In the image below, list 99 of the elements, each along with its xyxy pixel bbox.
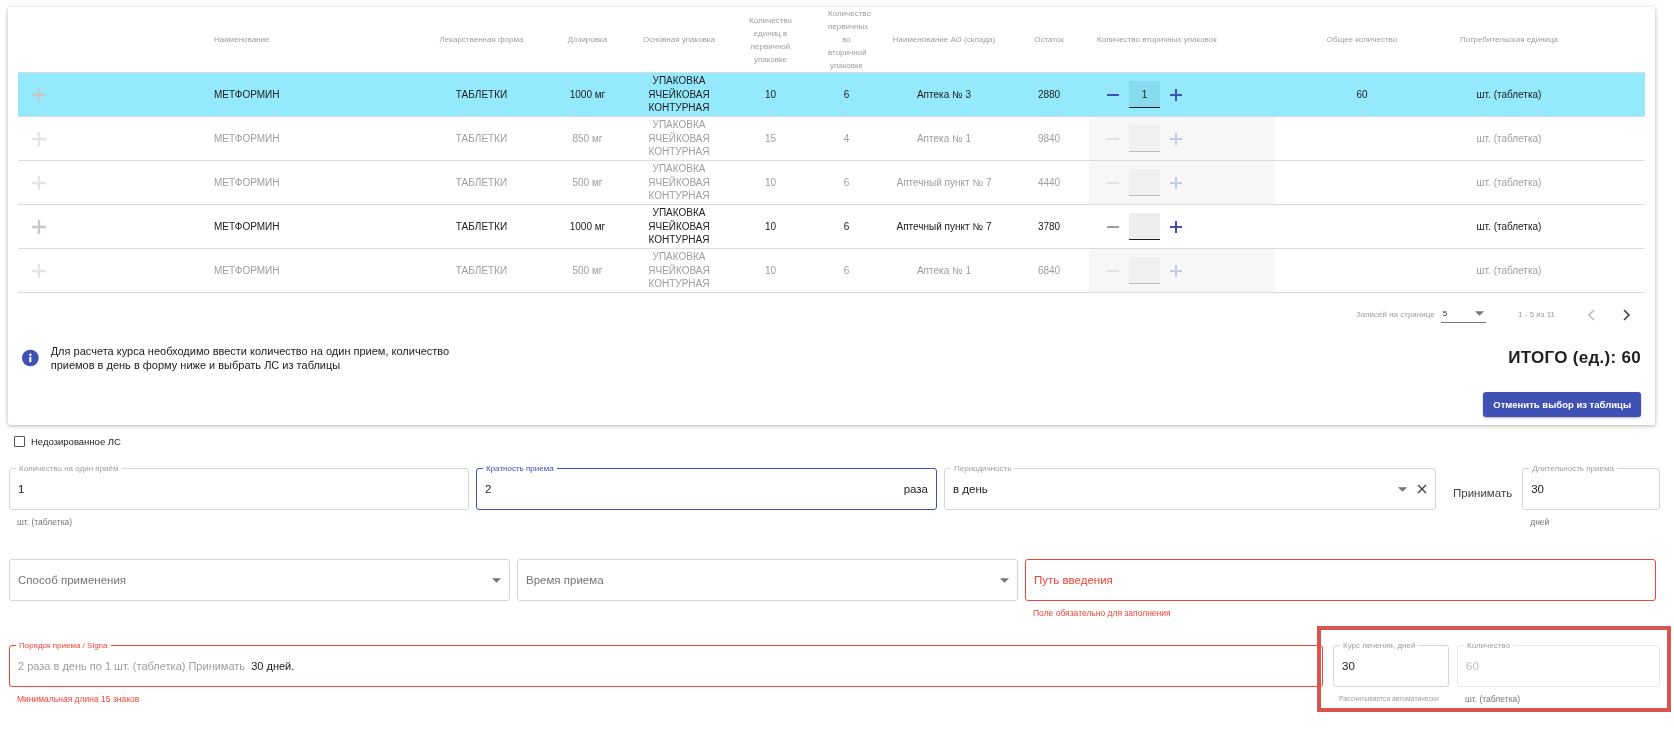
table-cell-text: 850 мг <box>571 133 604 144</box>
table-cell-text: Аптечный пункт № 7 <box>895 177 993 188</box>
table-cell-text: 2880 <box>1036 89 1062 100</box>
field-value: 1 <box>18 483 25 495</box>
table-cell-text: ТАБЛЕТКИ <box>454 177 509 188</box>
table-cell-text: УПАКОВКА ЯЧЕЙКОВАЯ КОНТУРНАЯ <box>647 250 711 291</box>
table-cell-text: ТАБЛЕТКИ <box>454 89 509 100</box>
table-row[interactable]: МЕТФОРМИН ТАБЛЕТКИ 1000 мг УПАКОВКА ЯЧЕЙКОВАЯ КОНТУРНАЯ 10 6 Аптечный пункт № 7 3780 шт. (таблетка) <box>18 204 1645 248</box>
table-cell-text: ТАБЛЕТКИ <box>454 133 509 144</box>
field-caption: Принимать <box>1452 486 1514 499</box>
table-cell-text: УПАКОВКА ЯЧЕЙКОВАЯ КОНТУРНАЯ <box>647 206 711 247</box>
dropdown-caret-icon[interactable] <box>1000 577 1009 583</box>
table-cell-text: ТАБЛЕТКИ <box>454 221 509 232</box>
table-cell-text: УПАКОВКА ЯЧЕЙКОВАЯ КОНТУРНАЯ <box>647 74 711 115</box>
error-message: Минимальная длина 15 знаков <box>17 693 140 705</box>
field-label: Кратность приема <box>483 463 557 474</box>
error-message: Поле обязательно для заполнения <box>1033 607 1171 619</box>
plus-icon[interactable] <box>1170 88 1182 101</box>
table-cell-text: 6 <box>842 221 851 232</box>
table-cell-text: 6840 <box>1036 265 1062 276</box>
table-cell-text: Аптечный пункт № 7 <box>895 221 993 232</box>
next-page-icon[interactable] <box>1623 308 1631 321</box>
table-cell-text: шт. (таблетка) <box>1475 265 1543 276</box>
field-label: Курс лечения, дней <box>1340 640 1419 651</box>
field-label: Количество на один приём <box>16 463 122 474</box>
info-text: Для расчета курса необходимо ввести количество на один прием, количество приемов в день в форму ниже и выбрать ЛС из таблицы <box>50 344 451 372</box>
page-range: 1 - 5 из 11 <box>1518 310 1555 319</box>
table-cell-text: 9840 <box>1036 133 1062 144</box>
table-cell-text: УПАКОВКА ЯЧЕЙКОВАЯ КОНТУРНАЯ <box>647 118 711 159</box>
table-cell-text: ТАБЛЕТКИ <box>454 265 509 276</box>
field-value: 2 раза в день по 1 шт. (таблетка) Принимать 30 дней. <box>18 660 295 672</box>
table-cell-text: 4440 <box>1036 177 1062 188</box>
table-cell-text: шт. (таблетка) <box>1475 177 1543 188</box>
clear-icon[interactable] <box>1417 484 1427 494</box>
table-cell-text: 6 <box>842 177 851 188</box>
table-cell-text: МЕТФОРМИН <box>213 177 281 188</box>
cancel-selection-button[interactable]: Отменить выбор из таблицы <box>1483 392 1641 417</box>
helper-text: дней <box>1530 516 1550 528</box>
column-header: Общее количество <box>1325 34 1399 46</box>
rows-per-page-label: Записей на странице <box>1355 310 1435 319</box>
field-label: Длительность приема <box>1529 463 1617 474</box>
column-header: Количество первичных во вторичной упаковке <box>827 8 872 72</box>
table-cell-text: Аптека № 3 <box>915 89 973 100</box>
table-cell-text: 6 <box>842 89 851 100</box>
table-cell-text: МЕТФОРМИН <box>213 89 281 100</box>
table-cell-text: шт. (таблетка) <box>1475 133 1543 144</box>
table-cell-text: 10 <box>763 177 778 188</box>
quantity-field[interactable]: 1 <box>1129 81 1160 108</box>
table-cell-text: 10 <box>763 221 778 232</box>
table-row[interactable]: МЕТФОРМИН ТАБЛЕТКИ 1000 мг УПАКОВКА ЯЧЕЙКОВАЯ КОНТУРНАЯ 10 6 Аптека № 3 2880 1 60 шт. (таблетка) <box>18 72 1645 116</box>
table-cell-text: Аптека № 1 <box>915 133 973 144</box>
table-cell-text: 500 мг <box>571 177 604 188</box>
table-cell-text: 60 <box>1355 89 1369 100</box>
placeholder-text: Время приема <box>526 574 604 586</box>
table-cell-text: 500 мг <box>571 265 604 276</box>
column-header: Количество единиц в первичной упаковке <box>748 14 793 66</box>
plus-icon[interactable] <box>1170 220 1182 233</box>
column-header: Количество вторичных упаковок <box>1096 34 1218 46</box>
table-cell-text: 1000 мг <box>568 221 607 232</box>
field-value: 30 <box>1531 483 1544 495</box>
column-header: Остаток <box>1033 34 1065 46</box>
placeholder-text: Путь введения <box>1034 574 1113 586</box>
dropdown-caret-icon[interactable] <box>1398 486 1407 492</box>
table-cell-text: 10 <box>763 89 778 100</box>
column-header: Потребительская единица <box>1458 34 1560 46</box>
placeholder-text: Способ применения <box>18 574 127 586</box>
checkbox-label: Недозированное ЛС <box>31 436 121 447</box>
table-cell-text: 4 <box>842 133 851 144</box>
column-header: Наименование <box>213 34 271 46</box>
table-cell-text: шт. (таблетка) <box>1475 89 1543 100</box>
table-cell-text: 10 <box>763 265 778 276</box>
table-cell-text: шт. (таблетка) <box>1475 221 1543 232</box>
total-label: ИТОГО (ед.): 60 <box>1508 348 1641 368</box>
field-value: 2 <box>485 483 492 495</box>
table-cell-text: 1000 мг <box>568 89 607 100</box>
quantity-field[interactable] <box>1129 213 1160 240</box>
table-cell-text: МЕТФОРМИН <box>213 133 281 144</box>
field-label: Периодичность <box>951 463 1015 474</box>
table-cell-text: 6 <box>842 265 851 276</box>
column-header: Дозировка <box>566 34 609 46</box>
checkbox[interactable] <box>14 436 25 447</box>
column-header: Наименование АО (склада) <box>891 34 997 46</box>
page-size-select[interactable]: 5 <box>1440 306 1487 323</box>
helper-text: шт. (таблетка) <box>1465 693 1521 705</box>
table-cell-text: МЕТФОРМИН <box>213 221 281 232</box>
table-cell-text: УПАКОВКА ЯЧЕЙКОВАЯ КОНТУРНАЯ <box>647 162 711 203</box>
dropdown-caret-icon[interactable] <box>492 577 501 583</box>
field-value: 30 <box>1342 660 1355 672</box>
field-label: Порядок приема / Signa <box>16 640 111 651</box>
dropdown-caret-icon[interactable] <box>1475 310 1485 316</box>
table-cell-text: 3780 <box>1036 221 1062 232</box>
table-cell-text: Аптека № 1 <box>915 265 973 276</box>
column-header: Основная упаковка <box>642 34 716 46</box>
table-cell-text: 15 <box>763 133 778 144</box>
table-cell-text: МЕТФОРМИН <box>213 265 281 276</box>
column-header: Лекарственная форма <box>438 34 525 46</box>
field-label: Количество <box>1464 640 1513 651</box>
helper-text: шт. (таблетка) <box>17 516 73 528</box>
field-value: в день <box>953 483 988 495</box>
